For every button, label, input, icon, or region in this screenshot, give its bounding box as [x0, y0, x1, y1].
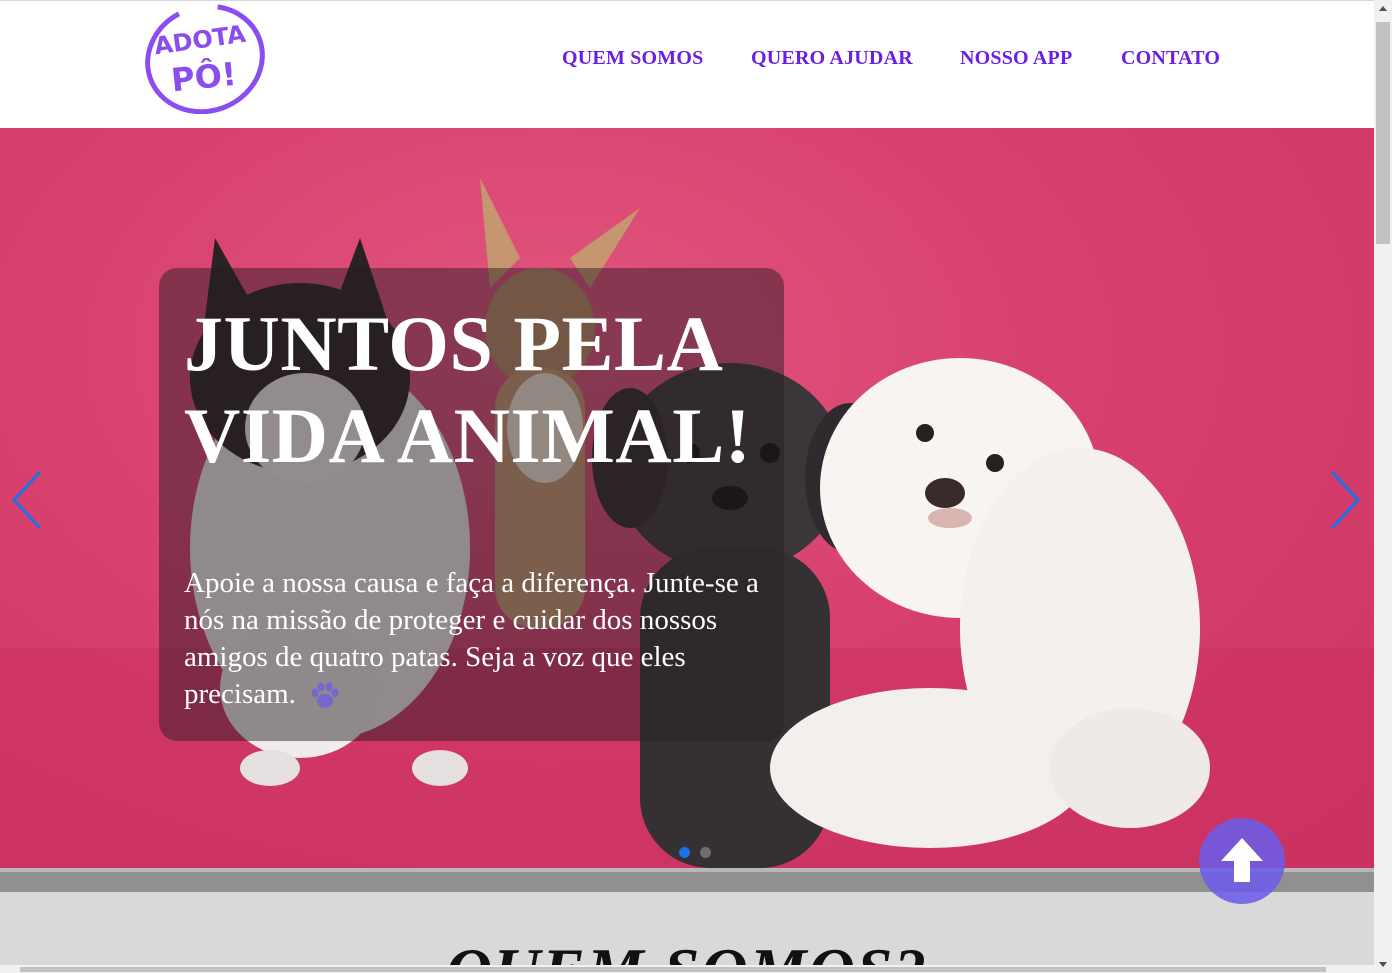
hero-text-body: Apoie a nossa causa e faça a diferença. … — [184, 567, 759, 710]
dog-white — [770, 358, 1210, 848]
paw-icon — [311, 682, 339, 708]
nav-link-quero-ajudar[interactable]: QUERO AJUDAR — [751, 47, 913, 70]
chevron-left-icon — [11, 470, 42, 530]
carousel-indicator-1[interactable] — [679, 847, 690, 858]
carousel-prev-button[interactable] — [8, 468, 48, 532]
hero-text: Apoie a nossa causa e faça a diferença. … — [184, 565, 764, 713]
nav-link-nosso-app[interactable]: NOSSO APP — [960, 47, 1072, 70]
chevron-right-icon — [1330, 470, 1361, 530]
main-nav: QUEM SOMOS QUERO AJUDAR NOSSO APP CONTAT… — [0, 47, 1374, 75]
hero-carousel: JUNTOS PELA VIDA ANIMAL! Apoie a nossa c… — [0, 128, 1374, 868]
back-to-top-button[interactable] — [1199, 818, 1285, 904]
hero-caption: JUNTOS PELA VIDA ANIMAL! Apoie a nossa c… — [159, 268, 784, 741]
vertical-scrollbar[interactable] — [1374, 0, 1392, 973]
carousel-indicator-2[interactable] — [700, 847, 711, 858]
horizontal-scroll-thumb[interactable] — [20, 967, 1326, 972]
about-section: QUEM SOMOS? — [0, 892, 1374, 973]
arrow-up-icon — [1221, 838, 1263, 882]
hero-title: JUNTOS PELA VIDA ANIMAL! — [184, 300, 752, 479]
carousel-indicators — [679, 847, 719, 859]
carousel-next-button[interactable] — [1324, 468, 1364, 532]
hero-divider — [0, 868, 1374, 892]
nav-link-quem-somos[interactable]: QUEM SOMOS — [562, 47, 703, 70]
nav-link-contato[interactable]: CONTATO — [1121, 47, 1220, 70]
vertical-scroll-thumb[interactable] — [1376, 22, 1390, 244]
scroll-up-icon[interactable] — [1374, 0, 1392, 18]
site-header: ADOTA PÔ! QUEM SOMOS QUERO AJUDAR NOSSO … — [0, 0, 1374, 128]
scroll-down-icon[interactable] — [1374, 955, 1392, 973]
horizontal-scrollbar[interactable] — [0, 965, 1374, 973]
